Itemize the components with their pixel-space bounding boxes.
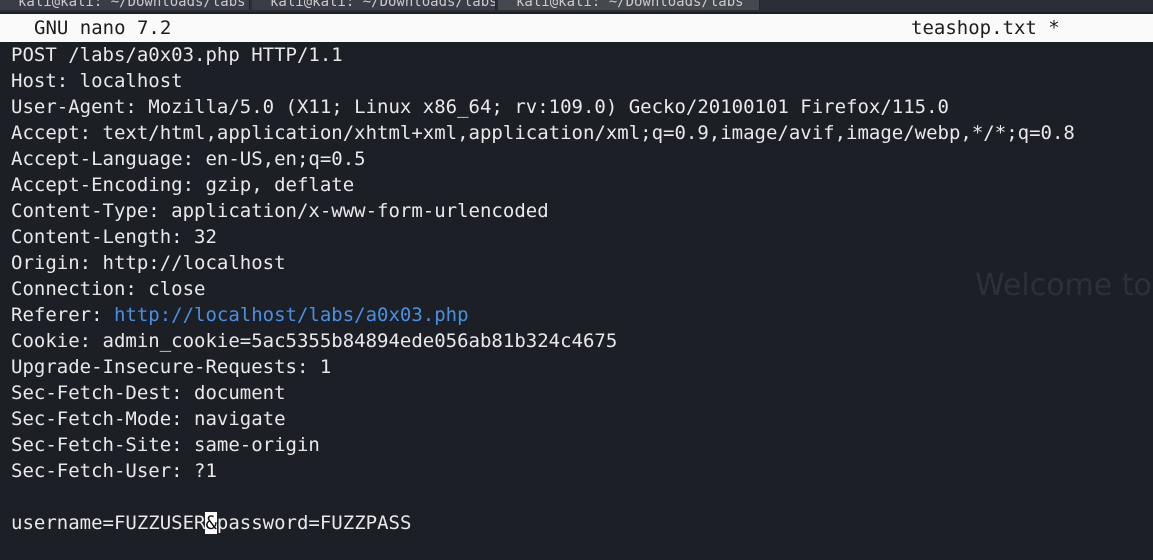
nano-editor-buffer[interactable]: POST /labs/a0x03.php HTTP/1.1 Host: loca… — [11, 42, 1153, 536]
file-line: Sec-Fetch-Mode: navigate — [11, 408, 286, 430]
text-cursor: & — [205, 512, 217, 534]
request-body-line: username=FUZZUSER&password=FUZZPASS — [11, 510, 1153, 536]
referer-line: Referer: http://localhost/labs/a0x03.php — [11, 302, 1153, 328]
file-line: Sec-Fetch-User: ?1 — [11, 460, 217, 482]
referer-key: Referer: — [11, 304, 114, 326]
file-line: Content-Length: 32 — [11, 226, 217, 248]
terminal-tab-1[interactable]: kali@kali: ~/Downloads/labs — [0, 0, 250, 10]
file-line: Cookie: admin_cookie=5ac5355b84894ede056… — [11, 330, 618, 352]
file-line: Upgrade-Insecure-Requests: 1 — [11, 356, 332, 378]
file-line: Host: localhost — [11, 70, 183, 92]
terminal-tab-2[interactable]: kali@kali: ~/Downloads/labs — [252, 0, 496, 10]
file-line: Connection: close — [11, 278, 206, 300]
nano-title-bar: GNU nano 7.2 teashop.txt * — [0, 14, 1153, 42]
file-line: Sec-Fetch-Site: same-origin — [11, 434, 320, 456]
file-line: Sec-Fetch-Dest: document — [11, 382, 286, 404]
file-line: Content-Type: application/x-www-form-url… — [11, 200, 549, 222]
file-line: Accept: text/html,application/xhtml+xml,… — [11, 122, 1075, 144]
file-line-empty — [11, 484, 1153, 510]
file-line: User-Agent: Mozilla/5.0 (X11; Linux x86_… — [11, 96, 949, 118]
referer-url-link[interactable]: http://localhost/labs/a0x03.php — [114, 304, 469, 326]
terminal-tab-3-active[interactable]: kali@kali: ~/Downloads/labs — [498, 0, 760, 10]
terminal-tab-strip: kali@kali: ~/Downloads/labs kali@kali: ~… — [0, 0, 1153, 12]
file-line: Accept-Language: en-US,en;q=0.5 — [11, 148, 366, 170]
file-line: Origin: http://localhost — [11, 252, 286, 274]
nano-filename: teashop.txt * — [911, 17, 1060, 39]
file-line: POST /labs/a0x03.php HTTP/1.1 — [11, 44, 343, 66]
nano-version-label: GNU nano 7.2 — [34, 17, 172, 39]
body-after-cursor: password=FUZZPASS — [216, 512, 412, 534]
file-line: Accept-Encoding: gzip, deflate — [11, 174, 355, 196]
body-before-cursor: username=FUZZUSER — [11, 512, 206, 534]
